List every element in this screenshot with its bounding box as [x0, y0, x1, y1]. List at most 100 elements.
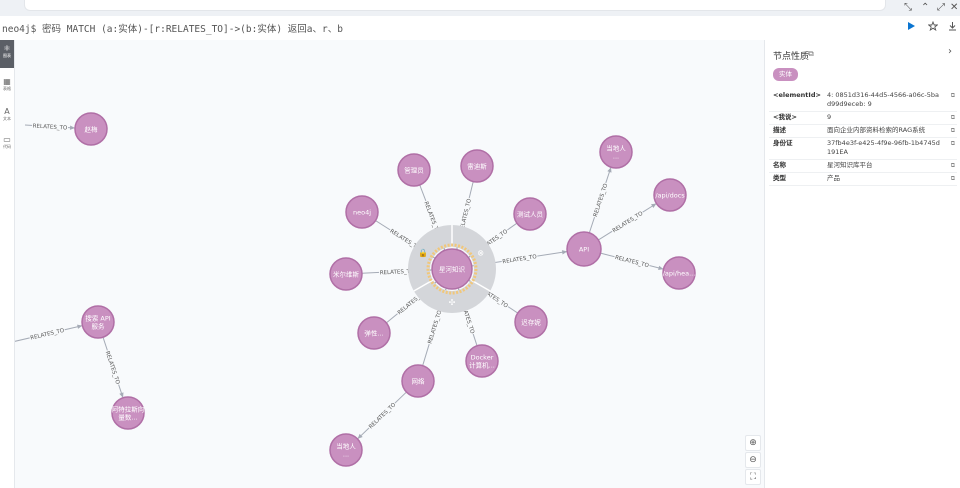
zoom-out-button[interactable]: ⊖: [745, 452, 761, 468]
collapse-icon[interactable]: ⌃: [921, 2, 929, 14]
property-key: 名称: [773, 161, 786, 169]
graph-node[interactable]: API: [566, 231, 602, 267]
node-label: 当地人: [606, 144, 626, 153]
node-label: ...: [613, 153, 619, 161]
node-label: 雷迪斯: [467, 162, 487, 171]
property-row: <elementId> 4: 0851d316-44d5-4566-a06c-5…: [769, 90, 957, 112]
edge-arrowhead: [651, 203, 657, 209]
graph-node[interactable]: Docker计算机...: [465, 344, 499, 378]
copy-icon[interactable]: ⧉: [951, 174, 955, 183]
graph-node[interactable]: 当地人...: [329, 433, 363, 467]
panel-title: 节点性质: [773, 52, 810, 62]
graph-node[interactable]: 当地人...: [599, 135, 633, 169]
node-label: 当地人: [336, 442, 356, 451]
graph-node[interactable]: /api/docs: [653, 178, 687, 212]
node-label: Docker: [471, 354, 494, 362]
view-graph-label: 图表: [3, 53, 11, 58]
node-label: API: [579, 246, 589, 254]
view-table-button[interactable]: ▦ 表格: [0, 77, 14, 92]
graph-node[interactable]: 米尔维斯: [329, 257, 363, 291]
edge-label[interactable]: RELATES_TO: [427, 309, 443, 344]
copy-icon[interactable]: ⧉: [808, 49, 814, 59]
node-properties-panel: 节点性质 ⧉ › 实体 <elementId> 4: 0851d316-44d5…: [764, 40, 960, 488]
zoom-in-button[interactable]: ⊕: [745, 435, 761, 451]
property-key: <我说>: [773, 113, 797, 121]
close-icon[interactable]: ✕: [950, 2, 958, 14]
graph-node[interactable]: 弹性...: [357, 316, 391, 350]
node-label: 米尔维斯: [333, 270, 360, 279]
copy-icon[interactable]: ⧉: [951, 161, 955, 170]
node-label: 服务: [92, 322, 106, 331]
edge-label[interactable]: RELATES_TO: [612, 210, 645, 234]
edge-label[interactable]: RELATES_TO: [502, 254, 538, 265]
view-text-label: 文本: [3, 116, 11, 121]
edge-arrowhead: [607, 167, 612, 173]
pin-icon[interactable]: ⤡: [904, 2, 912, 14]
node-label: neo4j: [353, 209, 371, 217]
play-icon: [908, 22, 915, 30]
copy-icon[interactable]: ⧉: [951, 91, 955, 100]
view-code-button[interactable]: ▭ 代码: [0, 135, 14, 150]
property-value: 37fb4e3f-e425-4f9e-96fb-1b4745d191EA: [827, 139, 940, 156]
property-row: 名称 星河知识库平台 ⧉: [769, 160, 957, 173]
star-icon: [927, 20, 939, 32]
expand-icon[interactable]: ✣: [449, 298, 456, 307]
graph-node[interactable]: neo4j: [345, 195, 379, 229]
copy-icon[interactable]: ⧉: [951, 113, 955, 122]
edge-label[interactable]: RELATES_TO: [104, 350, 121, 385]
property-key: 描述: [773, 126, 786, 134]
edge-arrowhead: [119, 392, 124, 398]
unlock-icon[interactable]: ⊗: [477, 249, 484, 258]
download-icon: [949, 22, 956, 31]
view-text-button[interactable]: A 文本: [0, 107, 14, 122]
property-value: 产品: [827, 174, 840, 182]
table-icon: ▦: [3, 77, 11, 86]
property-row: 类型 产品 ⧉: [769, 173, 957, 186]
graph-node[interactable]: 迟存妮: [514, 305, 548, 339]
graph-node[interactable]: 搜索 API服务: [81, 305, 115, 339]
restore-icon[interactable]: ⤢: [937, 2, 945, 14]
property-value: 4: 0851d316-44d5-4566-a06c-5bad99d9eceb:…: [827, 91, 939, 108]
favorite-button[interactable]: [927, 20, 939, 35]
query-input[interactable]: neo4j$ 密码 MATCH (a:实体)-[r:RELATES_TO]->(…: [2, 21, 343, 35]
text-icon: A: [4, 107, 10, 116]
node-label-badge[interactable]: 实体: [773, 68, 798, 81]
graph-node[interactable]: /api/hea...: [662, 256, 696, 290]
node-label: 赵梅: [85, 125, 99, 134]
node-label: ...: [343, 451, 349, 459]
fit-to-screen-button[interactable]: ⛶: [745, 469, 761, 485]
graph-node[interactable]: 星河知识: [431, 248, 473, 290]
graph-canvas[interactable]: RELATES_TO RELATES_TO RELATES_TO RELATES_TO…: [15, 40, 764, 488]
edge-label[interactable]: RELATES_TO: [614, 255, 650, 269]
browser-tab[interactable]: [24, 0, 886, 11]
property-row: <我说> 9 ⧉: [769, 112, 957, 125]
node-label: 量数...: [118, 413, 137, 422]
node-label: 星河知识: [439, 265, 466, 274]
node-label: 测试人员: [517, 210, 544, 219]
property-key: 类型: [773, 174, 786, 182]
lock-icon[interactable]: 🔒: [418, 249, 428, 258]
edge-label[interactable]: RELATES_TO: [33, 123, 69, 131]
view-graph-button[interactable]: ⚛ 图表: [0, 40, 14, 68]
graph-node[interactable]: 网络: [401, 364, 435, 398]
node-label: 阿特拉斯向: [112, 405, 145, 414]
graph-node[interactable]: 管理员: [397, 153, 431, 187]
graph-svg[interactable]: RELATES_TORELATES_TORELATES_TORELATES_TO…: [15, 40, 764, 488]
graph-node[interactable]: 赵梅: [74, 112, 108, 146]
copy-icon[interactable]: ⧉: [951, 139, 955, 148]
edge-label[interactable]: RELATES_TO: [368, 402, 398, 431]
property-row: 身份证 37fb4e3f-e425-4f9e-96fb-1b4745d191EA…: [769, 138, 957, 160]
graph-node[interactable]: 阿特拉斯向量数...: [111, 396, 145, 430]
run-query-button[interactable]: [906, 21, 916, 35]
chevron-right-icon[interactable]: ›: [948, 46, 952, 57]
graph-node[interactable]: 测试人员: [513, 197, 547, 231]
edge-label[interactable]: RELATES_TO: [30, 328, 66, 342]
property-key: 身份证: [773, 139, 793, 147]
properties-table: <elementId> 4: 0851d316-44d5-4566-a06c-5…: [769, 90, 957, 186]
copy-icon[interactable]: ⧉: [951, 126, 955, 135]
node-label: 网络: [412, 377, 426, 386]
graph-node[interactable]: 雷迪斯: [460, 149, 494, 183]
download-button[interactable]: [948, 21, 957, 35]
property-key: <elementId>: [773, 91, 821, 99]
edge-label[interactable]: RELATES_TO: [593, 182, 610, 217]
